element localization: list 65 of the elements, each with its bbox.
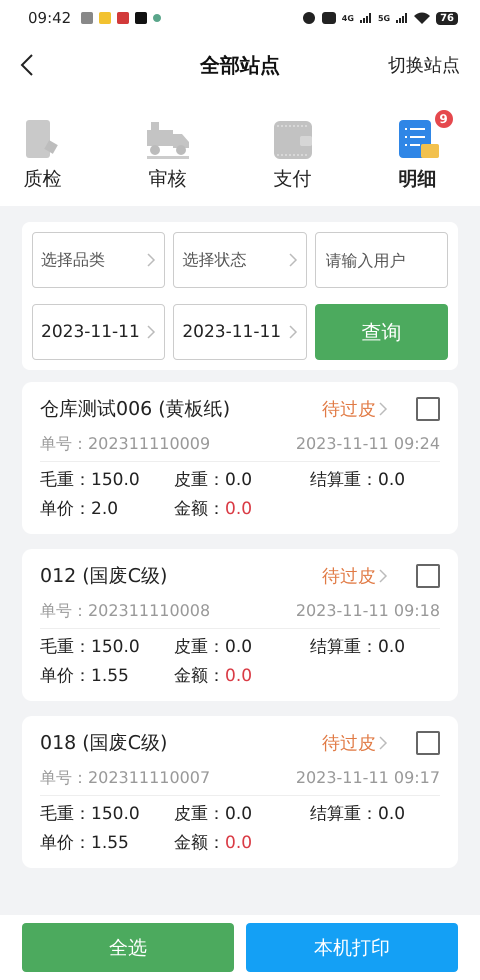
chevron-icon (378, 401, 388, 417)
chevron-icon (288, 324, 298, 340)
record-field: 毛重：150.0 (40, 802, 174, 825)
chevron-icon (378, 735, 388, 751)
checkbox[interactable] (416, 397, 440, 421)
alarm-icon (302, 11, 316, 25)
network-label: 5G (378, 14, 390, 22)
order-number: 单号：202311110007 (40, 768, 210, 789)
app-notification-icon (81, 12, 94, 24)
signal-icon (396, 13, 408, 23)
checkbox[interactable] (416, 564, 440, 588)
user-input-field[interactable]: 请输入用户 (314, 232, 448, 288)
record-time: 2023-11-11 09:24 (296, 434, 440, 455)
record-field: 金额：0.0 (174, 497, 310, 520)
count-badge: 9 (432, 108, 454, 130)
signal-icon (360, 13, 372, 23)
status-select[interactable]: 选择状态 (173, 232, 307, 288)
record-field: 金额：0.0 (174, 831, 310, 854)
record-field: 单价：2.0 (40, 497, 174, 520)
start-date-field[interactable]: 2023-11-11 (32, 304, 166, 360)
chevron-icon (146, 252, 156, 268)
record-title: 仓库测试006 (黄板纸) (40, 397, 232, 422)
dot-icon (153, 14, 162, 22)
record-field: 单价：1.55 (40, 664, 174, 687)
network-label: 4G (342, 14, 354, 22)
chevron-icon (378, 568, 388, 584)
record-field: 金额：0.0 (174, 664, 310, 687)
record-field: 皮重：0.0 (174, 635, 310, 658)
record-time: 2023-11-11 09:17 (296, 768, 440, 789)
nav-tab[interactable]: 支付 (256, 108, 330, 192)
record-card[interactable]: 018 (国废C级) 待过皮 单号：202311110007 2023-11-11 09:17 毛重：150.0 皮重：0.0 结算重：0.0 单价：1.55 金额：0.0 (22, 716, 458, 868)
checkbox[interactable] (416, 731, 440, 755)
nav-tab[interactable]: 审核 (130, 108, 204, 192)
order-number: 单号：202311110009 (40, 434, 210, 455)
chevron-icon (146, 324, 156, 340)
record-title: 012 (国废C级) (40, 564, 168, 589)
app-notification-icon (99, 12, 112, 24)
record-field: 毛重：150.0 (40, 468, 174, 491)
order-number: 单号：202311110008 (40, 601, 210, 622)
category-select[interactable]: 选择品类 (32, 232, 166, 288)
battery-level: 76 (436, 12, 458, 24)
record-title: 018 (国废C级) (40, 731, 168, 756)
chevron-icon (288, 252, 298, 268)
record-field: 单价：1.55 (40, 831, 174, 854)
record-card[interactable]: 012 (国废C级) 待过皮 单号：202311110008 2023-11-11 09:18 毛重：150.0 皮重：0.0 结算重：0.0 单价：1.55 金额：0.0 (22, 549, 458, 701)
record-field: 结算重：0.0 (310, 468, 440, 491)
switch-station-button[interactable]: 切换站点 (388, 53, 460, 77)
status-time: 09:42 (28, 9, 72, 27)
nav-tab[interactable]: 质检 (6, 108, 80, 192)
record-field: 结算重：0.0 (310, 635, 440, 658)
back-icon[interactable] (20, 53, 34, 77)
app-notification-icon (117, 12, 130, 24)
end-date-field[interactable]: 2023-11-11 (173, 304, 307, 360)
truck-icon (144, 120, 190, 160)
hd-icon (322, 12, 336, 24)
record-field: 毛重：150.0 (40, 635, 174, 658)
nav-tab[interactable]: 明细 9 (380, 108, 454, 192)
page-title: 全部站点 (200, 52, 280, 78)
app-notification-icon (135, 12, 148, 24)
record-card[interactable]: 仓库测试006 (黄板纸) 待过皮 单号：202311110009 2023-11-11 09:24 毛重：150.0 皮重：0.0 结算重：0.0 单价：2.0 金额：0.0 (22, 382, 458, 534)
wifi-icon (414, 12, 430, 24)
record-field: 皮重：0.0 (174, 802, 310, 825)
record-time: 2023-11-11 09:18 (296, 601, 440, 622)
record-field: 皮重：0.0 (174, 468, 310, 491)
record-field: 结算重：0.0 (310, 802, 440, 825)
